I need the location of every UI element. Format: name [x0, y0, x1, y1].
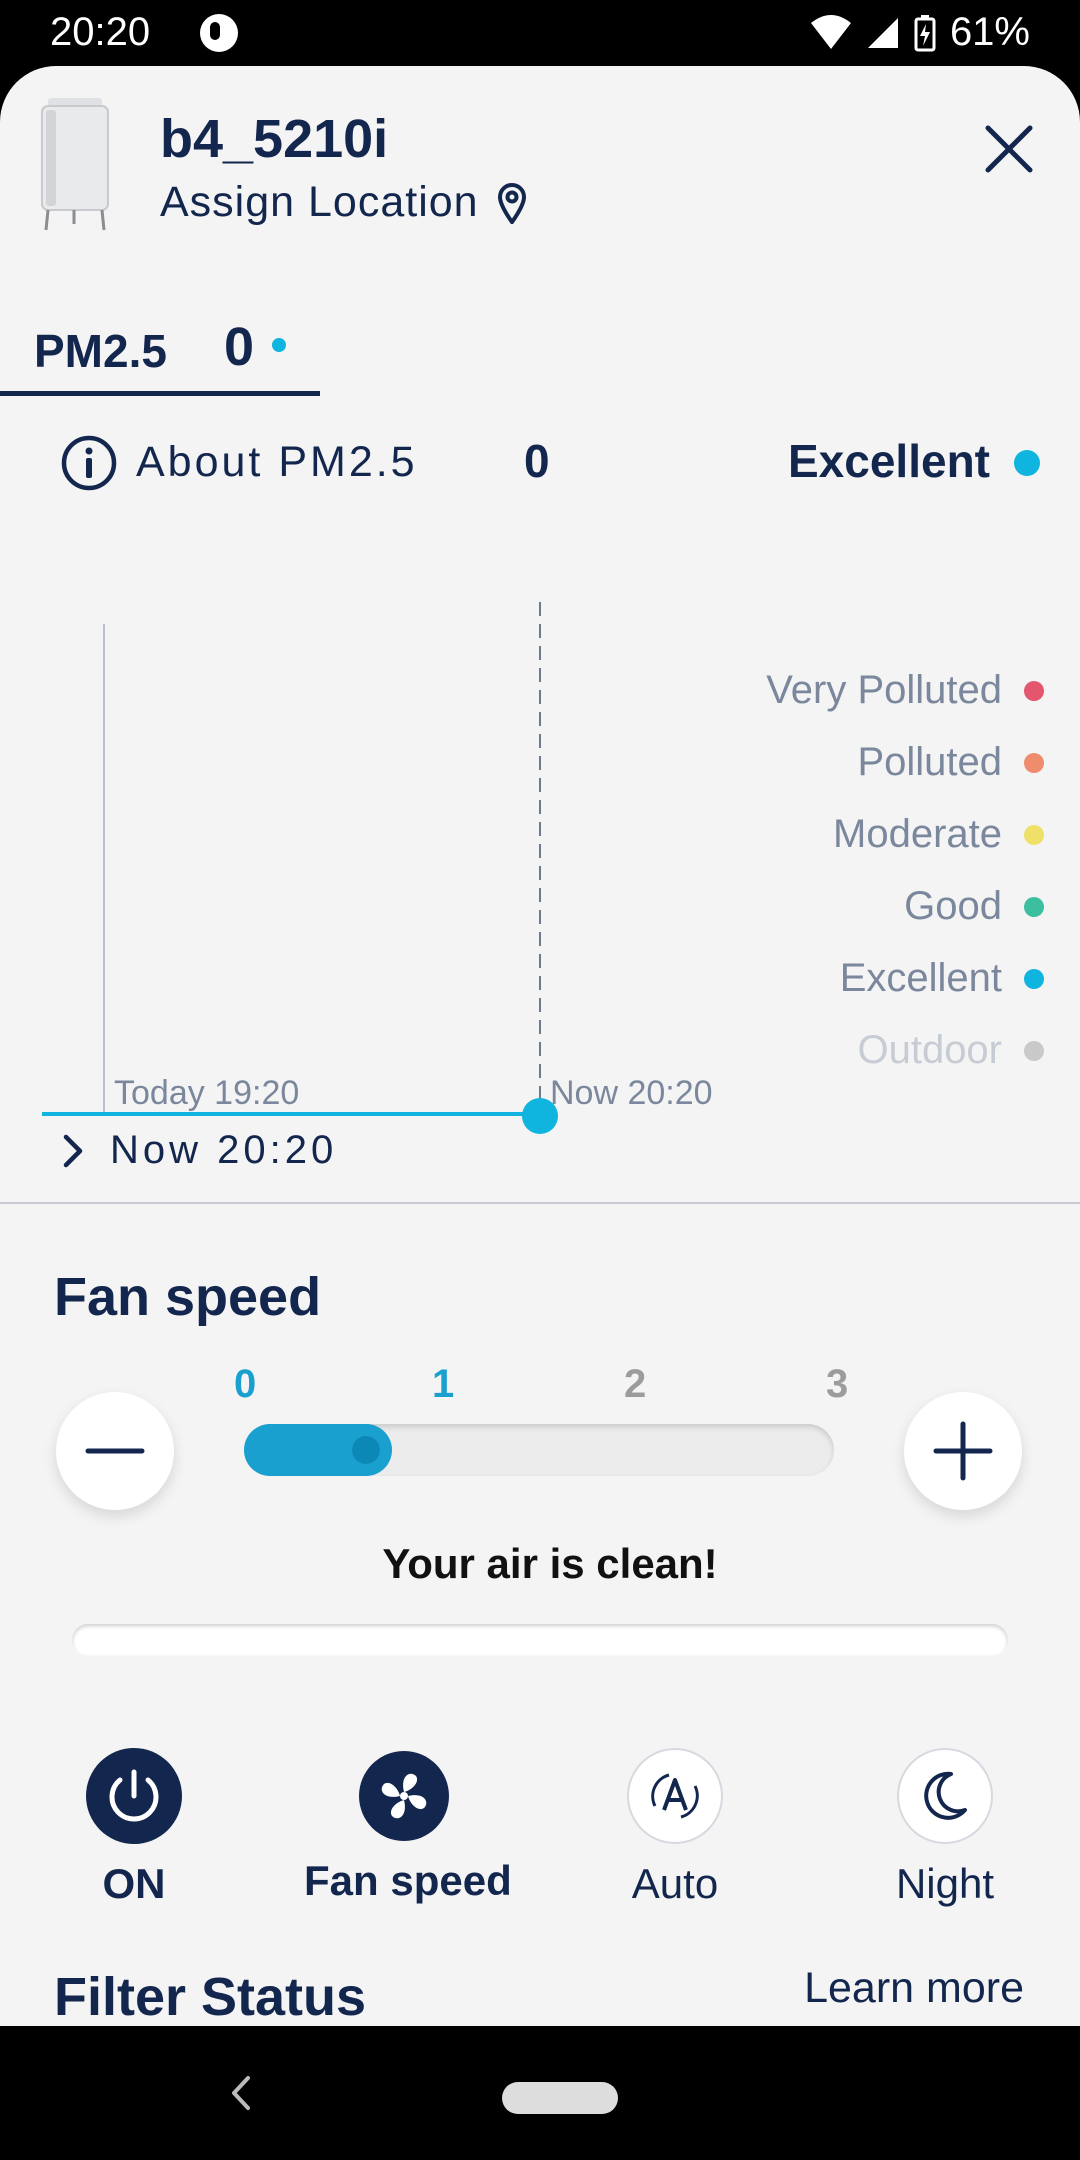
device-detail-sheet: b4_5210i Assign Location PM2.5 0 About P…	[0, 66, 1080, 2026]
status-time: 20:20	[50, 10, 151, 54]
legend-label: Outdoor	[857, 1028, 1002, 1072]
app-notification-icon	[200, 14, 238, 52]
mode-fan-speed[interactable]: Fan speed	[304, 1748, 512, 1905]
mode-night-label: Night	[895, 1860, 995, 1907]
chevron-right-icon	[63, 1134, 83, 1167]
chart-now-label: Now 20:20	[550, 1074, 713, 1112]
air-purifier-image	[41, 98, 109, 231]
signal-icon	[867, 17, 898, 48]
minus-icon	[85, 1448, 145, 1454]
legend-label: Very Polluted	[766, 668, 1002, 712]
fan-icon	[359, 1751, 449, 1841]
pm25-value: 0	[524, 435, 550, 487]
location-pin-icon	[497, 182, 526, 224]
mode-on[interactable]: ON	[34, 1748, 234, 1908]
tab-pm25[interactable]: PM2.5 0	[0, 286, 320, 396]
legend-dot	[1024, 968, 1044, 989]
battery-charging-icon	[914, 14, 936, 51]
status-indicators: 61%	[810, 10, 1030, 55]
fan-speed-slider-thumb[interactable]	[352, 1436, 380, 1464]
fan-speed-slider[interactable]	[244, 1424, 834, 1476]
legend-item: Excellent	[840, 956, 1044, 1001]
legend-label: Polluted	[857, 740, 1002, 784]
legend-dot	[1024, 1040, 1044, 1061]
legend-item: Good	[904, 884, 1044, 929]
system-navigation-bar	[0, 2026, 1080, 2160]
mode-auto-label: Auto	[631, 1860, 719, 1907]
air-quality-dot	[1014, 450, 1040, 476]
increase-fan-speed-button[interactable]	[904, 1392, 1022, 1510]
chart-start-label: Today 19:20	[114, 1074, 299, 1112]
now-details-row[interactable]: Now 20:20	[62, 1128, 337, 1173]
back-icon[interactable]	[222, 2068, 262, 2118]
power-icon	[86, 1748, 182, 1844]
about-pm25-row: About PM2.5 0 Excellent	[60, 428, 1040, 498]
plus-icon	[933, 1421, 993, 1481]
assign-location-link[interactable]: Assign Location	[160, 178, 527, 227]
status-bar: 20:20 61%	[0, 0, 1080, 66]
legend-dot	[1024, 896, 1044, 917]
device-name: b4_5210i	[160, 109, 389, 169]
fan-step-0: 0	[234, 1362, 257, 1406]
fan-step-2: 2	[624, 1362, 647, 1406]
moon-icon	[897, 1748, 993, 1844]
mode-fan-speed-label: Fan speed	[304, 1857, 512, 1904]
fan-step-3: 3	[826, 1362, 849, 1406]
mode-on-label: ON	[102, 1860, 166, 1907]
assign-location-label: Assign Location	[160, 178, 479, 226]
learn-more-link[interactable]: Learn more	[804, 1964, 1024, 2013]
legend-dot	[1024, 752, 1044, 773]
air-quality-status: Excellent	[788, 435, 990, 487]
tab-status-dot	[272, 338, 286, 352]
legend-item: Very Polluted	[766, 668, 1044, 713]
about-pm25-link[interactable]: About PM2.5	[136, 438, 418, 487]
legend-label: Moderate	[833, 812, 1002, 856]
tab-pm25-value: 0	[224, 317, 255, 377]
battery-percent: 61%	[949, 10, 1030, 54]
legend-item: Moderate	[833, 812, 1044, 857]
now-details-label: Now 20:20	[110, 1128, 338, 1172]
close-icon[interactable]	[974, 114, 1044, 184]
legend-label: Excellent	[839, 956, 1002, 1000]
tab-pm25-label: PM2.5	[34, 325, 167, 377]
auto-icon	[627, 1748, 723, 1844]
wifi-icon	[810, 14, 851, 49]
section-divider	[0, 1202, 1080, 1204]
home-pill[interactable]	[502, 2082, 618, 2114]
fan-speed-title: Fan speed	[54, 1267, 322, 1327]
legend-label: Good	[904, 884, 1002, 928]
air-status-text: Your air is clean!	[382, 1540, 718, 1587]
mode-auto[interactable]: Auto	[575, 1748, 775, 1908]
legend-item: Polluted	[857, 740, 1044, 785]
info-icon[interactable]	[60, 434, 118, 492]
legend-dot	[1024, 680, 1044, 701]
filter-status-title: Filter Status	[54, 1967, 367, 2026]
fan-step-1: 1	[432, 1362, 455, 1406]
decrease-fan-speed-button[interactable]	[56, 1392, 174, 1510]
mode-night[interactable]: Night	[845, 1748, 1045, 1908]
legend-dot	[1024, 824, 1044, 845]
legend-item: Outdoor	[857, 1028, 1044, 1073]
air-quality-bar	[72, 1624, 1008, 1656]
